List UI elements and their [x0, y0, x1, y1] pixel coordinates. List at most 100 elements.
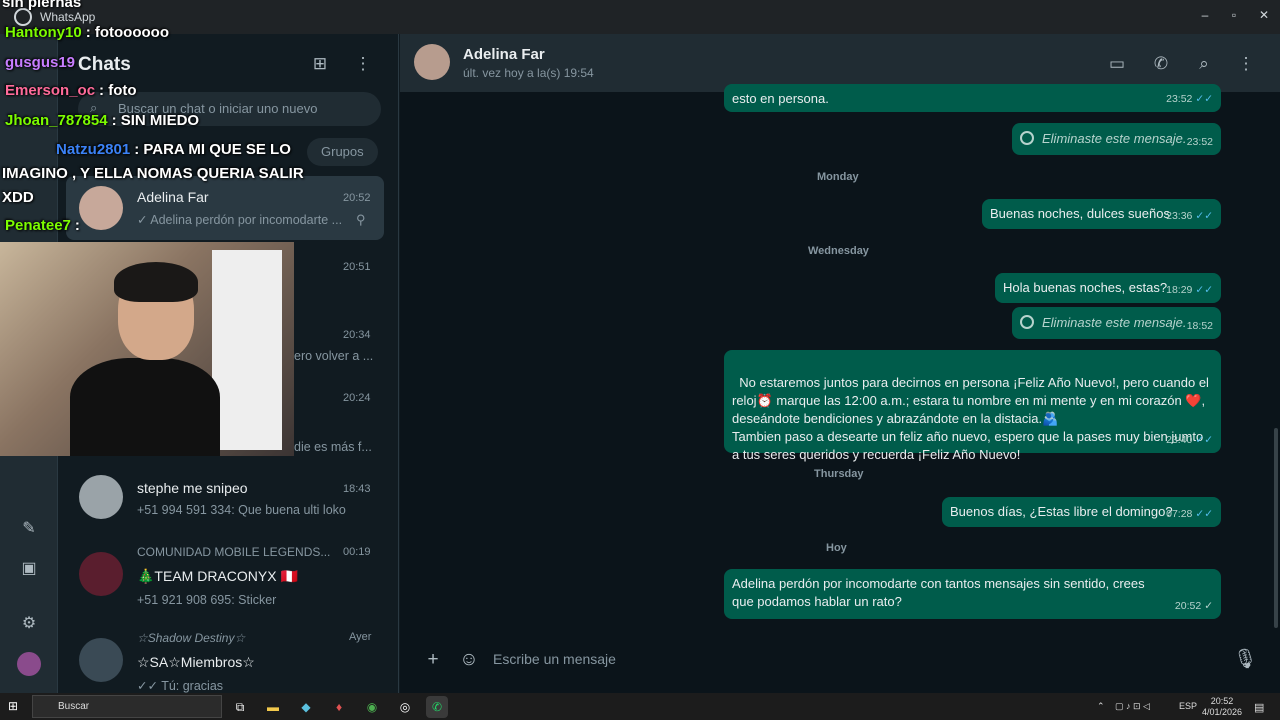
video-call-icon[interactable]: ▭	[1106, 53, 1128, 75]
notifications-icon[interactable]: ▤	[1254, 701, 1264, 714]
message-bubble[interactable]: No estaremos juntos para decirnos en per…	[724, 350, 1221, 462]
chat-search-placeholder: Buscar un chat o iniciar uno nuevo	[118, 101, 318, 116]
day-separator: Hoy	[826, 542, 847, 554]
chat-last-message: ero volver a ...	[294, 349, 374, 363]
message-text: Buenos días, ¿Estas libre el domingo?	[950, 504, 1173, 519]
filter-groups[interactable]: Grupos	[307, 138, 378, 166]
chat-name: stephe me snipeo	[137, 480, 248, 496]
close-button[interactable]: ✕	[1249, 4, 1279, 26]
microphone-icon[interactable]: 🎙	[1233, 648, 1257, 672]
message-bubble[interactable]: esto en persona. 23:52 ✓✓	[724, 84, 1221, 112]
message-bubble[interactable]: Buenos días, ¿Estas libre el domingo? 07…	[942, 497, 1221, 527]
chat-item-shadow-destiny[interactable]: ☆Shadow Destiny☆ Ayer ☆SA☆Miembros☆ ✓✓ T…	[66, 624, 384, 693]
chat-time: Ayer	[349, 631, 372, 643]
read-ticks-icon: ✓✓	[1195, 284, 1213, 296]
chat-last-message: die es más f...	[294, 440, 372, 454]
contact-status: últ. vez hoy a la(s) 19:54	[463, 66, 594, 80]
chat-name: ☆SA☆Miembros☆	[137, 654, 255, 670]
read-ticks-icon: ✓✓	[1195, 508, 1213, 520]
chat-time: 20:34	[343, 329, 371, 341]
taskbar-clock[interactable]: 20:52 4/01/2026	[1202, 696, 1242, 718]
day-separator: Monday	[817, 171, 859, 183]
message-bubble[interactable]: Buenas noches, dulces sueños 23:36 ✓✓	[982, 199, 1221, 229]
search-icon[interactable]: ⌕	[1193, 53, 1215, 75]
minimize-button[interactable]: –	[1190, 4, 1220, 26]
message-time: 23:36 ✓✓	[1166, 210, 1213, 222]
chat-last-message: ✓ Adelina perdón por incomodarte ...	[137, 213, 343, 227]
chrome-icon[interactable]: ◉	[361, 696, 383, 718]
contact-name[interactable]: Adelina Far	[463, 46, 545, 63]
media-icon[interactable]: ▣	[18, 558, 40, 580]
sent-tick-icon: ✓	[1204, 600, 1213, 612]
message-text: No estaremos juntos para decirnos en per…	[732, 375, 1209, 462]
sticker-emoji-icon[interactable]: ☺	[457, 648, 481, 672]
message-time: 18:29 ✓✓	[1166, 284, 1213, 296]
app-icon[interactable]: ♦	[328, 696, 350, 718]
whatsapp-taskbar-icon[interactable]: ✆	[426, 696, 448, 718]
new-chat-icon[interactable]: ⊞	[310, 54, 330, 74]
day-separator: Wednesday	[808, 245, 869, 257]
community-name: ☆Shadow Destiny☆	[137, 631, 246, 645]
chat-last-message: +51 921 908 695: Sticker	[137, 593, 277, 607]
message-time: 23:52 ✓✓	[1166, 93, 1213, 105]
windows-start-icon[interactable]: ⊞	[8, 699, 22, 713]
menu-dots-icon[interactable]: ⋮	[353, 54, 373, 74]
day-separator: Thursday	[814, 468, 864, 480]
deleted-text: Eliminaste este mensaje.	[1042, 315, 1187, 330]
chat-time: 20:51	[343, 261, 371, 273]
message-bubble[interactable]: Hola buenas noches, estas? 18:29 ✓✓	[995, 273, 1221, 303]
chat-item-adelina[interactable]: Adelina Far 20:52 ✓ Adelina perdón por i…	[66, 176, 384, 240]
avatar	[79, 475, 123, 519]
language-indicator[interactable]: ESP	[1179, 701, 1197, 711]
chat-time: 20:52	[343, 192, 371, 204]
chat-item-community[interactable]: COMUNIDAD MOBILE LEGENDS... 00:19 🎄TEAM …	[66, 538, 384, 614]
chat-item-stephe[interactable]: stephe me snipeo 18:43 +51 994 591 334: …	[66, 466, 384, 530]
menu-dots-icon[interactable]: ⋮	[1235, 53, 1257, 75]
message-input[interactable]: Escribe un mensaje	[493, 651, 616, 667]
chat-time: 00:19	[343, 546, 371, 558]
profile-avatar[interactable]	[17, 652, 41, 676]
maximize-button[interactable]: ▫	[1219, 4, 1249, 26]
community-name: COMUNIDAD MOBILE LEGENDS...	[137, 545, 331, 559]
message-time: 20:52 ✓	[1174, 600, 1213, 612]
tray-icons[interactable]: ▢ ♪ ⊡ ◁	[1115, 701, 1150, 712]
avatar	[79, 638, 123, 682]
message-time: 23:40 ✓✓	[1166, 434, 1213, 446]
deleted-icon	[1020, 131, 1034, 145]
pin-icon: ⚲	[356, 212, 366, 227]
chats-title: Chats	[78, 54, 131, 75]
deleted-message-bubble[interactable]: Eliminaste este mensaje. 23:52	[1012, 123, 1221, 155]
starred-icon[interactable]: ✎	[18, 518, 40, 540]
message-text: Adelina perdón por incomodarte con tanto…	[732, 576, 1145, 609]
window-title: WhatsApp	[40, 10, 96, 24]
webcam-overlay	[0, 242, 294, 456]
read-ticks-icon: ✓✓	[1195, 210, 1213, 222]
avatar	[79, 552, 123, 596]
search-icon: ⌕	[90, 100, 98, 115]
chat-last-message: +51 994 591 334: Que buena ulti loko	[137, 503, 346, 517]
whatsapp-logo-icon	[14, 8, 32, 26]
task-view-icon[interactable]: ⧉	[229, 696, 251, 718]
deleted-text: Eliminaste este mensaje.	[1042, 131, 1187, 146]
attach-plus-icon[interactable]: +	[421, 648, 445, 672]
chat-time: 20:24	[343, 392, 371, 404]
taskbar-search-placeholder: Buscar	[58, 701, 90, 712]
chat-name: 🎄TEAM DRACONYX 🇵🇪	[137, 568, 298, 584]
webcam-background-shelf	[212, 250, 282, 450]
message-time: 23:52	[1186, 136, 1213, 148]
obs-icon[interactable]: ◎	[394, 696, 416, 718]
message-text: esto en persona.	[732, 91, 829, 106]
deleted-message-bubble[interactable]: Eliminaste este mensaje. 18:52	[1012, 307, 1221, 339]
settings-gear-icon[interactable]: ⚙	[18, 613, 40, 635]
contact-avatar[interactable]	[414, 44, 450, 80]
voice-call-icon[interactable]: ✆	[1150, 53, 1172, 75]
chat-scrollbar[interactable]	[1274, 428, 1278, 628]
deleted-icon	[1020, 315, 1034, 329]
app-icon[interactable]: ◆	[295, 696, 317, 718]
tray-chevron-icon[interactable]: ⌃	[1097, 701, 1105, 712]
chat-last-message: ✓✓ Tú: gracias	[137, 679, 224, 693]
message-bubble[interactable]: Adelina perdón por incomodarte con tanto…	[724, 569, 1221, 619]
avatar	[79, 186, 123, 230]
file-explorer-icon[interactable]: ▬	[262, 696, 284, 718]
read-ticks-icon: ✓✓	[1195, 434, 1213, 446]
